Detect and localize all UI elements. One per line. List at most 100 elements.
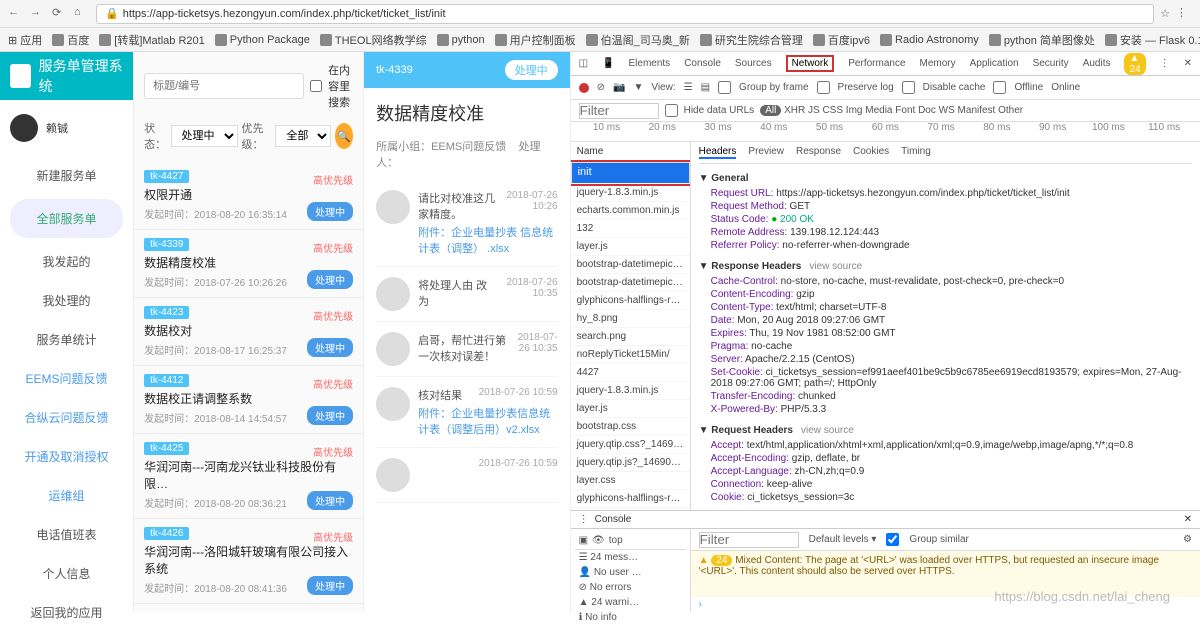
nav-item[interactable]: 新建服务单 xyxy=(0,156,133,195)
filter-type[interactable]: Font xyxy=(895,105,915,116)
filter-type[interactable]: JS xyxy=(808,105,820,116)
request-row[interactable]: bootstrap-datetimepicker.js xyxy=(571,256,690,274)
filter-type[interactable]: Other xyxy=(998,105,1023,116)
headers-tab[interactable]: Headers xyxy=(699,146,737,159)
name-column-header[interactable]: Name xyxy=(571,142,690,162)
bookmark-item[interactable]: THEOL网络教学综 xyxy=(320,32,427,48)
priority-select[interactable]: 全部 xyxy=(275,125,331,147)
url-bar[interactable]: 🔒 https://app-ticketsys.hezongyun.com/in… xyxy=(96,4,1154,24)
bookmark-item[interactable]: [转载]Matlab R201 xyxy=(99,32,204,48)
inspect-icon[interactable]: ◫ xyxy=(579,58,588,69)
levels-select[interactable]: Default levels ▾ xyxy=(809,534,877,545)
request-row[interactable]: glyphicons-halflings-regular.w xyxy=(571,490,690,508)
request-row[interactable]: jquery.qtip.css?_1469070983 xyxy=(571,436,690,454)
bookmark-item[interactable]: 用户控制面板 xyxy=(495,32,576,48)
reload-icon[interactable]: ⟳ xyxy=(52,6,68,22)
view-large-icon[interactable]: ☰ xyxy=(684,82,693,93)
devtools-tab-console[interactable]: Console xyxy=(684,58,721,69)
nav-item[interactable]: 合纵云问题反馈 xyxy=(0,398,133,437)
filter-icon[interactable]: ▼ xyxy=(633,82,643,93)
console-filter-item[interactable]: ☰ 24 mess… xyxy=(575,550,686,565)
back-icon[interactable]: ← xyxy=(8,6,24,22)
request-row[interactable]: 132 xyxy=(571,220,690,238)
console-filter-item[interactable]: ⊘ No errors xyxy=(575,580,686,595)
request-row[interactable]: jquery-1.8.3.min.js xyxy=(571,184,690,202)
bookmark-item[interactable]: 百度ipv6 xyxy=(813,32,870,48)
bookmark-item[interactable]: Radio Astronomy xyxy=(880,34,979,46)
nav-item[interactable]: 开通及取消授权 xyxy=(0,437,133,476)
console-filter-item[interactable]: ℹ No info xyxy=(575,610,686,625)
search-in-content-checkbox[interactable] xyxy=(310,80,322,92)
headers-tab[interactable]: Timing xyxy=(901,146,931,159)
console-filter-item[interactable]: ▲ 24 warni… xyxy=(575,595,686,610)
bookmark-item[interactable]: 安装 — Flask 0.10. xyxy=(1105,32,1200,48)
filter-type[interactable]: CSS xyxy=(822,105,843,116)
devtools-tab-network[interactable]: Network xyxy=(786,55,835,72)
console-drawer-toggle[interactable]: ⋮ xyxy=(579,514,589,525)
request-row[interactable]: bootstrap.css xyxy=(571,418,690,436)
status-select[interactable]: 处理中 xyxy=(171,125,238,147)
nav-item[interactable]: 返回我的应用 xyxy=(0,593,133,632)
group-similar-checkbox[interactable] xyxy=(886,533,899,546)
device-icon[interactable]: 📱 xyxy=(602,58,614,69)
ticket-item[interactable]: tk-4339数据精度校准发起时间：2018-07-26 10:26:26高优先… xyxy=(134,230,363,298)
devtools-close-icon[interactable]: ✕ xyxy=(1184,58,1192,69)
request-row[interactable]: layer.css xyxy=(571,472,690,490)
filter-type[interactable]: Manifest xyxy=(958,105,996,116)
filter-type[interactable]: Doc xyxy=(918,105,936,116)
request-headers-section[interactable]: ▼ Request Headersview source xyxy=(699,422,1192,439)
nav-item[interactable]: 个人信息 xyxy=(0,554,133,593)
bookmark-item[interactable]: 研究生院综合管理 xyxy=(700,32,803,48)
general-section[interactable]: ▼ General xyxy=(699,170,1192,187)
devtools-tab-security[interactable]: Security xyxy=(1033,58,1069,69)
bookmark-item[interactable]: python 简单图像处 xyxy=(989,32,1095,48)
nav-item[interactable]: 全部服务单 xyxy=(10,199,123,238)
offline-checkbox[interactable] xyxy=(993,81,1006,94)
devtools-tab-application[interactable]: Application xyxy=(970,58,1019,69)
forward-icon[interactable]: → xyxy=(30,6,46,22)
request-row[interactable]: jquery-1.8.3.min.js xyxy=(571,382,690,400)
request-row[interactable]: jquery.qtip.js?_1469070983 xyxy=(571,454,690,472)
filter-type[interactable]: Img xyxy=(846,105,863,116)
request-row[interactable]: hy_8.png xyxy=(571,310,690,328)
search-input[interactable] xyxy=(144,73,304,99)
devtools-tab-elements[interactable]: Elements xyxy=(629,58,671,69)
hide-data-urls-checkbox[interactable] xyxy=(665,104,678,117)
ticket-item[interactable]: tk-4423数据校对发起时间：2018-08-17 16:25:37高优先级处… xyxy=(134,298,363,366)
ticket-item[interactable]: tk-4412数据校正请调整系数发起时间：2018-08-14 14:54:57… xyxy=(134,366,363,434)
nav-item[interactable]: 我发起的 xyxy=(0,242,133,281)
request-row[interactable]: layer.js xyxy=(571,400,690,418)
ticket-item[interactable]: tk-4427权限开通发起时间：2018-08-20 16:35:14高优先级处… xyxy=(134,162,363,230)
view-small-icon[interactable]: ▤ xyxy=(701,82,710,93)
menu-icon[interactable]: ⋮ xyxy=(1176,6,1192,22)
response-headers-section[interactable]: ▼ Response Headersview source xyxy=(699,258,1192,275)
request-row[interactable]: search.png xyxy=(571,328,690,346)
bookmark-item[interactable]: 伯温阁_司马奥_新 xyxy=(586,32,690,48)
headers-tab[interactable]: Response xyxy=(796,146,841,159)
eye-icon[interactable]: 👁 xyxy=(592,535,605,546)
bookmark-item[interactable]: python xyxy=(437,34,485,46)
apps-icon[interactable]: ⊞ 应用 xyxy=(8,32,42,48)
clear-icon[interactable]: ⊘ xyxy=(597,82,605,93)
close-drawer-icon[interactable]: ✕ xyxy=(1184,514,1192,525)
group-frame-checkbox[interactable] xyxy=(718,81,731,94)
filter-type[interactable]: All xyxy=(760,105,781,116)
filter-type[interactable]: XHR xyxy=(784,105,805,116)
devtools-menu-icon[interactable]: ⋮ xyxy=(1160,58,1170,69)
bookmark-item[interactable]: 百度 xyxy=(52,32,89,48)
ticket-item[interactable]: tk-4425华润河南---河南龙兴钛业科技股份有限…发起时间：2018-08-… xyxy=(134,434,363,519)
nav-item[interactable]: 服务单统计 xyxy=(0,320,133,359)
nav-item[interactable]: 电话值班表 xyxy=(0,515,133,554)
detail-status-button[interactable]: 处理中 xyxy=(505,60,558,80)
nav-item[interactable]: 我处理的 xyxy=(0,281,133,320)
devtools-tab-sources[interactable]: Sources xyxy=(735,58,772,69)
home-icon[interactable]: ⌂ xyxy=(74,6,90,22)
bookmark-item[interactable]: Python Package xyxy=(215,34,310,46)
record-icon[interactable] xyxy=(579,83,589,93)
star-icon[interactable]: ☆ xyxy=(1160,7,1170,20)
filter-type[interactable]: Media xyxy=(865,105,892,116)
request-row[interactable]: echarts.common.min.js xyxy=(571,202,690,220)
console-filter-item[interactable]: 👤 No user … xyxy=(575,565,686,580)
context-select[interactable]: top xyxy=(609,535,623,546)
search-button[interactable]: 🔍 xyxy=(335,123,353,149)
